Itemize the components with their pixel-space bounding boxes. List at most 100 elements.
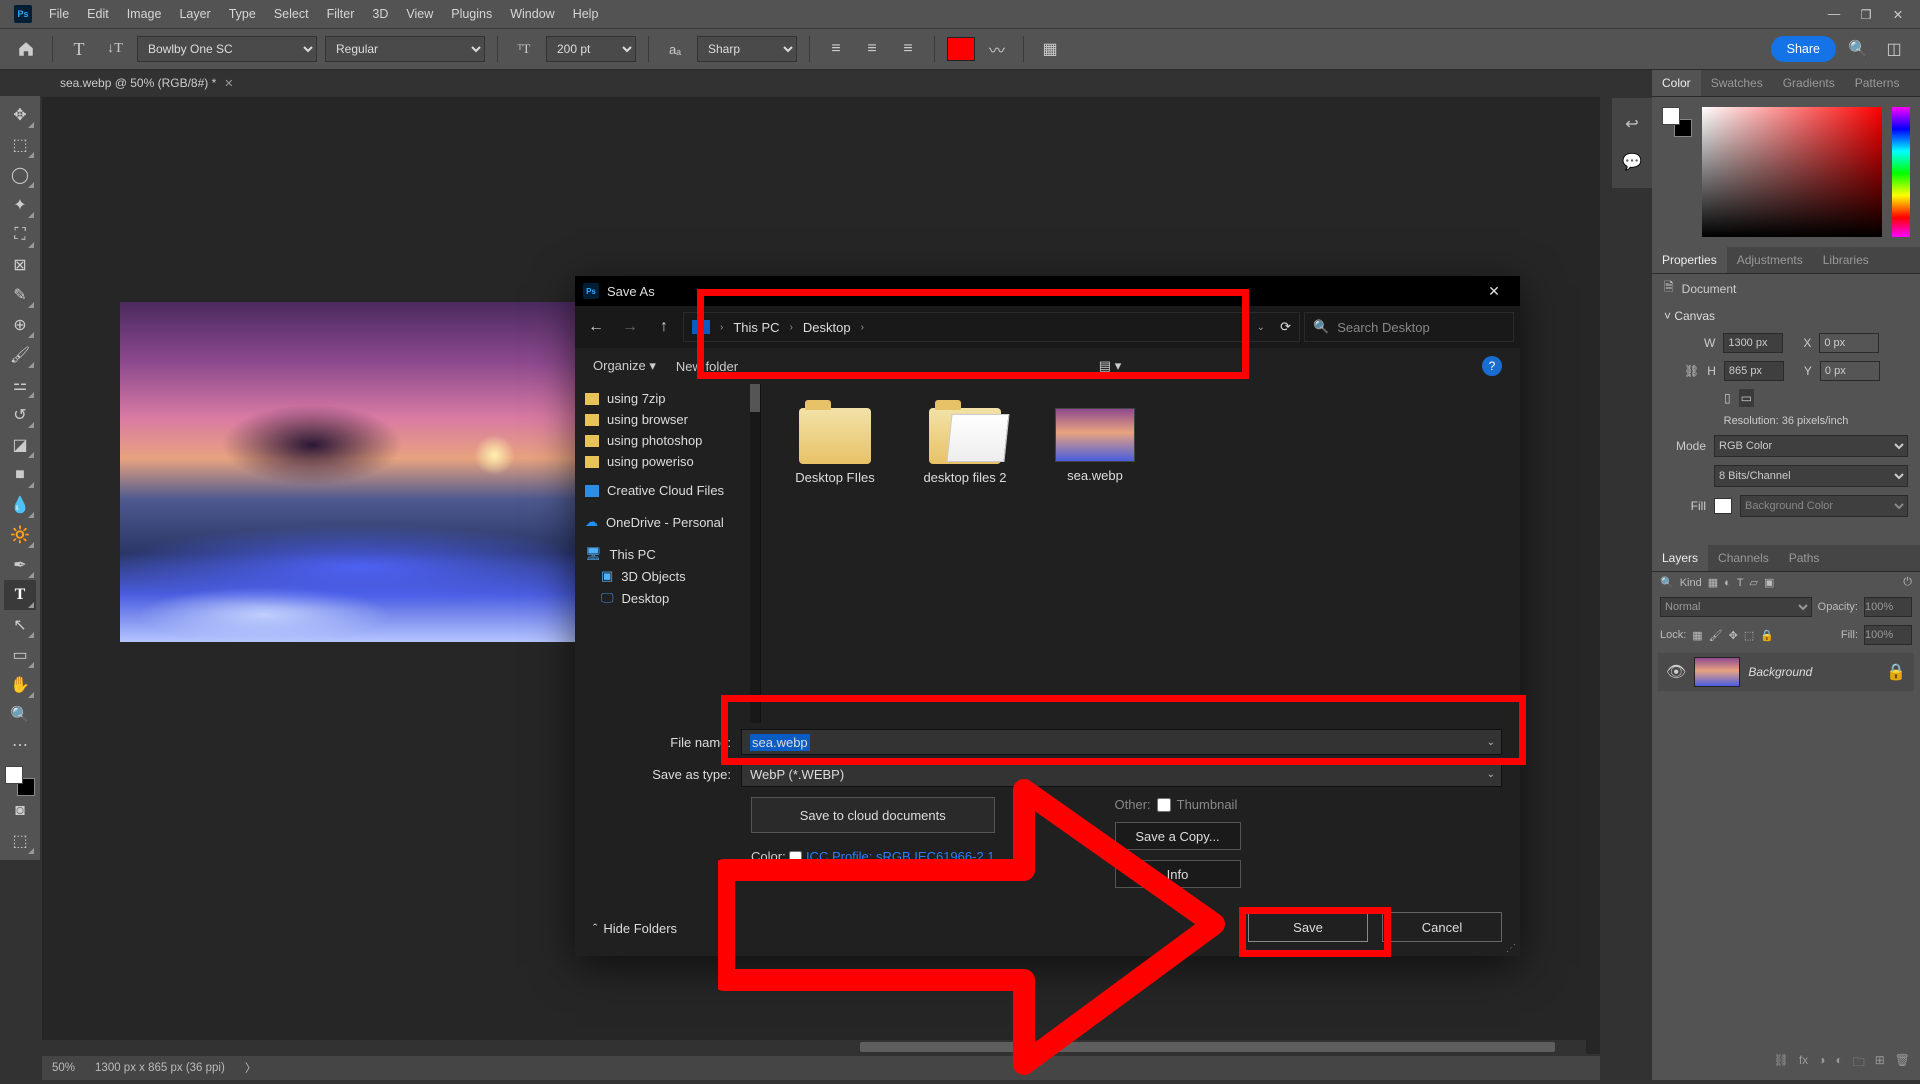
align-left-icon[interactable]: ≡ <box>822 35 850 63</box>
tab-libraries[interactable]: Libraries <box>1813 247 1879 273</box>
tree-item[interactable]: using photoshop <box>575 430 760 451</box>
fill-swatch[interactable] <box>1714 498 1732 514</box>
tab-properties[interactable]: Properties <box>1652 247 1727 273</box>
file-item-folder[interactable]: Desktop FIles <box>785 408 885 485</box>
fill-opacity-input[interactable] <box>1864 625 1912 645</box>
layer-lock-icon[interactable]: 🔒 <box>1886 662 1906 682</box>
cancel-button[interactable]: Cancel <box>1382 912 1502 942</box>
canvas-width-input[interactable] <box>1723 333 1783 353</box>
blur-tool-icon[interactable]: 💧 <box>4 490 36 520</box>
menu-file[interactable]: File <box>40 3 78 25</box>
canvas-height-input[interactable] <box>1724 361 1784 381</box>
file-item-folder[interactable]: desktop files 2 <box>915 408 1015 485</box>
tree-item[interactable]: ☁OneDrive - Personal <box>575 511 760 533</box>
lock-nest-icon[interactable]: ⬚ <box>1744 629 1754 642</box>
search-input[interactable]: 🔍 Search Desktop <box>1304 312 1514 342</box>
landscape-icon[interactable]: ▭ <box>1739 389 1754 407</box>
menu-help[interactable]: Help <box>564 3 608 25</box>
nav-forward-icon[interactable]: → <box>615 312 645 342</box>
canvas-section[interactable]: ˅ Canvas <box>1652 303 1920 329</box>
tab-channels[interactable]: Channels <box>1708 545 1779 571</box>
shape-tool-icon[interactable]: ▭ <box>4 640 36 670</box>
menu-filter[interactable]: Filter <box>318 3 364 25</box>
wand-tool-icon[interactable]: ✦ <box>4 190 36 220</box>
zoom-level[interactable]: 50% <box>52 1062 75 1074</box>
lock-paint-icon[interactable]: 🖌 <box>1709 629 1723 642</box>
dodge-tool-icon[interactable]: 🔆 <box>4 520 36 550</box>
thumbnail-checkbox[interactable] <box>1157 798 1171 812</box>
filetype-select[interactable]: WebP (*.WEBP)⌄ <box>741 761 1502 787</box>
new-folder-button[interactable]: New folder <box>676 359 738 374</box>
hand-tool-icon[interactable]: ✋ <box>4 670 36 700</box>
text-orientation-icon[interactable]: ↓T <box>101 35 129 63</box>
breadcrumb-history-icon[interactable]: ⌄ <box>1257 322 1265 333</box>
font-style-select[interactable]: Regular <box>325 36 485 62</box>
dialog-titlebar[interactable]: Ps Save As ✕ <box>575 276 1520 306</box>
horizontal-scrollbar[interactable] <box>42 1040 1586 1054</box>
lock-pos-icon[interactable]: ✥ <box>1729 629 1738 642</box>
comments-panel-icon[interactable]: 💬 <box>1622 152 1642 172</box>
foreground-color-swatch[interactable] <box>5 766 23 784</box>
info-button[interactable]: Info <box>1115 860 1241 888</box>
document-tab[interactable]: sea.webp @ 50% (RGB/8#) * ✕ <box>50 72 243 94</box>
blend-mode-select[interactable]: Normal <box>1660 597 1812 617</box>
quickmask-icon[interactable]: ◙ <box>4 796 36 826</box>
maximize-icon[interactable]: ❐ <box>1856 7 1876 22</box>
link-wh-icon[interactable]: ⛓ <box>1684 364 1699 378</box>
tab-color[interactable]: Color <box>1652 70 1701 96</box>
breadcrumb-desktop[interactable]: Desktop <box>803 320 851 335</box>
tree-item[interactable]: using browser <box>575 409 760 430</box>
menu-edit[interactable]: Edit <box>78 3 118 25</box>
share-button[interactable]: Share <box>1771 36 1836 62</box>
eraser-tool-icon[interactable]: ◪ <box>4 430 36 460</box>
file-list[interactable]: Desktop FIles desktop files 2 sea.webp <box>761 384 1520 723</box>
organize-button[interactable]: Organize ▾ <box>593 358 656 374</box>
home-icon[interactable] <box>12 35 40 63</box>
align-right-icon[interactable]: ≡ <box>894 35 922 63</box>
filter-type-icon[interactable]: T <box>1737 577 1744 589</box>
save-button[interactable]: Save <box>1248 912 1368 942</box>
text-color-swatch[interactable] <box>947 37 975 61</box>
menu-view[interactable]: View <box>397 3 442 25</box>
gradient-tool-icon[interactable]: ■ <box>4 460 36 490</box>
eyedropper-tool-icon[interactable]: ✎ <box>4 280 36 310</box>
filter-shape-icon[interactable]: ▱ <box>1750 576 1758 589</box>
screenmode-icon[interactable]: ⬚ <box>4 826 36 856</box>
frame-tool-icon[interactable]: ⊠ <box>4 250 36 280</box>
layer-thumbnail[interactable] <box>1694 657 1740 687</box>
layer-fx-icon[interactable]: fx <box>1799 1053 1808 1074</box>
view-options-icon[interactable]: ▤ ▾ <box>1099 358 1121 374</box>
layer-row-background[interactable]: 👁 Background 🔒 <box>1658 653 1914 691</box>
color-field[interactable] <box>1702 107 1882 237</box>
font-size-select[interactable]: 200 pt <box>546 36 636 62</box>
group-icon[interactable]: 🗀 <box>1853 1053 1865 1074</box>
document-canvas[interactable] <box>120 302 600 642</box>
tree-item[interactable]: using 7zip <box>575 388 760 409</box>
align-center-icon[interactable]: ≡ <box>858 35 886 63</box>
stamp-tool-icon[interactable]: ⚍ <box>4 370 36 400</box>
tree-scrollbar[interactable] <box>750 384 760 723</box>
brush-tool-icon[interactable]: 🖌 <box>4 340 36 370</box>
hide-folders-toggle[interactable]: ˆHide Folders <box>593 921 677 936</box>
tree-item[interactable]: 🖥This PC <box>575 543 760 565</box>
menu-plugins[interactable]: Plugins <box>442 3 501 25</box>
color-mode-select[interactable]: RGB Color <box>1714 435 1908 457</box>
filename-input[interactable]: sea.webp⌄ <box>741 729 1502 755</box>
tree-item[interactable]: 🖵Desktop <box>575 587 760 609</box>
menu-select[interactable]: Select <box>265 3 318 25</box>
tab-swatches[interactable]: Swatches <box>1701 70 1773 96</box>
pen-tool-icon[interactable]: ✒ <box>4 550 36 580</box>
tab-patterns[interactable]: Patterns <box>1845 70 1910 96</box>
move-tool-icon[interactable]: ✥ <box>4 100 36 130</box>
save-copy-button[interactable]: Save a Copy... <box>1115 822 1241 850</box>
heal-tool-icon[interactable]: ⊕ <box>4 310 36 340</box>
layer-mask-icon[interactable]: ◑ <box>1818 1053 1825 1074</box>
close-icon[interactable]: ✕ <box>1888 7 1908 22</box>
doc-info[interactable]: 1300 px x 865 px (36 ppi) <box>95 1062 225 1074</box>
link-layers-icon[interactable]: ⛓ <box>1774 1053 1789 1074</box>
font-family-select[interactable]: Bowlby One SC <box>137 36 317 62</box>
dialog-close-icon[interactable]: ✕ <box>1476 283 1512 300</box>
adj-layer-icon[interactable]: ◐ <box>1835 1053 1842 1074</box>
canvas-x-input[interactable] <box>1819 333 1879 353</box>
new-layer-icon[interactable]: ⊞ <box>1875 1053 1885 1074</box>
